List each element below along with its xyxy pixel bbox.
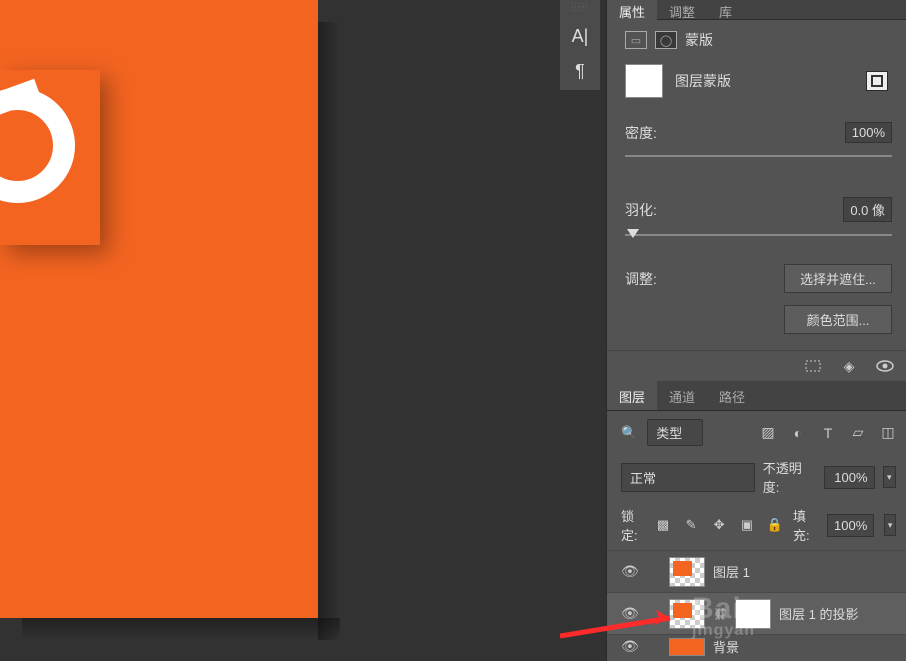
layer-list: 👁 图层 1 👁 ⛓ 图层 1 的投影 👁 背景 xyxy=(607,550,906,658)
fill-label: 填充: xyxy=(793,506,817,544)
layer-mask-label: 图层蒙版 xyxy=(675,71,731,91)
tab-library[interactable]: 库 xyxy=(707,0,744,20)
tab-layers[interactable]: 图层 xyxy=(607,381,657,410)
feather-label: 羽化: xyxy=(625,200,843,220)
load-selection-icon[interactable] xyxy=(804,359,822,373)
layer-thumbnail[interactable] xyxy=(669,557,705,587)
layer-row[interactable]: 👁 背景 xyxy=(607,634,906,658)
color-range-button[interactable]: 颜色范围... xyxy=(784,305,892,334)
lock-pixels-icon[interactable]: ✎ xyxy=(683,517,699,533)
layer-row[interactable]: 👁 图层 1 xyxy=(607,550,906,592)
opacity-value[interactable]: 100% xyxy=(824,466,874,489)
tab-adjust[interactable]: 调整 xyxy=(657,0,707,20)
density-row: 密度: 100% xyxy=(625,122,892,143)
lock-transparent-icon[interactable]: ▩ xyxy=(655,517,671,533)
adjust-label: 调整: xyxy=(625,269,784,289)
layer-name[interactable]: 图层 1 的投影 xyxy=(779,604,858,623)
mask-thumbnail[interactable] xyxy=(735,599,771,629)
search-icon[interactable]: 🔍 xyxy=(621,425,637,441)
lock-artboard-icon[interactable]: ▣ xyxy=(739,517,755,533)
layers-filter-bar: 🔍 类型 ▨ ◐ T ▱ ◫ xyxy=(607,411,906,454)
apply-mask-icon[interactable]: ◈ xyxy=(840,359,858,373)
mask-thumb-row: 图层蒙版 xyxy=(607,58,906,104)
density-value[interactable]: 100% xyxy=(845,122,892,143)
opacity-label: 不透明度: xyxy=(763,458,816,496)
feather-slider-handle[interactable] xyxy=(627,229,639,238)
tab-channels[interactable]: 通道 xyxy=(657,381,707,410)
feather-slider[interactable] xyxy=(625,234,892,236)
panel-grip-icon[interactable]: :::::::::::: xyxy=(572,4,588,12)
type-panel-collapsed[interactable]: :::::::::::: A| ¶ xyxy=(560,0,600,90)
mask-type-row: ▭ ◯ 蒙版 xyxy=(607,20,906,58)
right-panels: 属性 调整 库 ▭ ◯ 蒙版 图层蒙版 密度: 100% 羽化: 0.0 像 调… xyxy=(606,0,906,661)
mask-title: 蒙版 xyxy=(685,30,713,50)
vector-mask-icon[interactable]: ◯ xyxy=(655,31,677,49)
select-and-mask-button[interactable]: 选择并遮住... xyxy=(784,264,892,293)
blend-opacity-row: 正常 不透明度: 100% ▾ xyxy=(607,454,906,500)
density-slider[interactable] xyxy=(625,155,892,157)
filter-smart-icon[interactable]: ◫ xyxy=(880,425,896,441)
blend-mode-select[interactable]: 正常 xyxy=(621,463,755,492)
layer-type-filter[interactable]: 类型 xyxy=(647,419,703,446)
filter-adjustment-icon[interactable]: ◐ xyxy=(790,425,806,441)
layer-name[interactable]: 图层 1 xyxy=(713,562,750,581)
density-label: 密度: xyxy=(625,123,845,143)
lock-all-icon[interactable]: 🔒 xyxy=(767,517,783,533)
lock-label: 锁定: xyxy=(621,506,645,544)
toggle-mask-icon[interactable] xyxy=(876,359,894,373)
visibility-toggle-icon[interactable]: 👁 xyxy=(621,638,637,655)
mask-disable-button[interactable] xyxy=(866,71,888,91)
paragraph-panel-icon[interactable]: ¶ xyxy=(575,61,585,82)
layer-row[interactable]: 👁 ⛓ 图层 1 的投影 xyxy=(607,592,906,634)
opacity-dropdown[interactable]: ▾ xyxy=(883,466,897,488)
properties-footer: ◈ xyxy=(607,350,906,381)
lock-position-icon[interactable]: ✥ xyxy=(711,517,727,533)
fill-dropdown[interactable]: ▾ xyxy=(884,514,896,536)
lock-fill-row: 锁定: ▩ ✎ ✥ ▣ 🔒 填充: 100% ▾ xyxy=(607,500,906,550)
adjust-row: 调整: 选择并遮住... xyxy=(625,264,892,293)
tab-properties[interactable]: 属性 xyxy=(607,0,657,20)
layers-tabs: 图层 通道 路径 xyxy=(607,381,906,411)
visibility-toggle-icon[interactable]: 👁 xyxy=(621,563,637,580)
mask-link-icon[interactable]: ⛓ xyxy=(713,607,727,621)
canvas-area[interactable] xyxy=(0,0,556,661)
layer-thumbnail[interactable] xyxy=(669,599,705,629)
lock-icons-group: ▩ ✎ ✥ ▣ 🔒 xyxy=(655,517,783,533)
feather-row: 羽化: 0.0 像 xyxy=(625,197,892,222)
filter-pixel-icon[interactable]: ▨ xyxy=(760,425,776,441)
filter-type-icon[interactable]: T xyxy=(820,425,836,441)
tab-paths[interactable]: 路径 xyxy=(707,381,757,410)
fill-value[interactable]: 100% xyxy=(827,514,874,537)
properties-tabs: 属性 调整 库 xyxy=(607,0,906,20)
character-panel-icon[interactable]: A| xyxy=(572,26,589,47)
feather-value[interactable]: 0.0 像 xyxy=(843,197,892,222)
filter-shape-icon[interactable]: ▱ xyxy=(850,425,866,441)
visibility-toggle-icon[interactable]: 👁 xyxy=(621,605,637,622)
layer-name[interactable]: 背景 xyxy=(713,637,739,656)
layer-thumbnail[interactable] xyxy=(669,638,705,656)
pixel-mask-icon[interactable]: ▭ xyxy=(625,31,647,49)
mask-thumbnail[interactable] xyxy=(625,64,663,98)
